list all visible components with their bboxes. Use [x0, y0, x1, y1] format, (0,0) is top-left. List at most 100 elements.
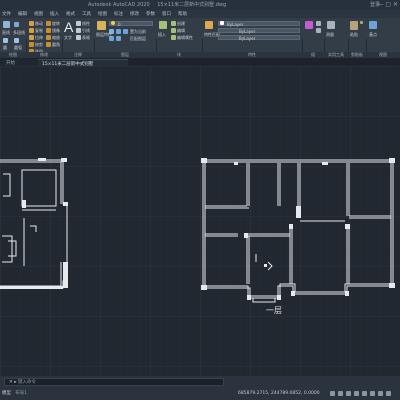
- insert-label: 插入: [158, 32, 166, 37]
- create-block-icon[interactable]: [171, 21, 176, 26]
- fillet-icon[interactable]: [46, 42, 51, 47]
- trim-icon[interactable]: [29, 42, 34, 47]
- group-icon[interactable]: [305, 21, 313, 29]
- measure-label: 测量: [326, 32, 334, 37]
- ortho-toggle-icon[interactable]: [354, 391, 359, 396]
- mirror-icon[interactable]: [46, 28, 51, 33]
- polyline-icon[interactable]: [14, 22, 19, 27]
- paste-icon[interactable]: [350, 21, 358, 30]
- base-label: 基点: [369, 32, 377, 37]
- ungroup-icon[interactable]: [316, 21, 321, 26]
- table-icon[interactable]: [76, 35, 81, 40]
- stretch-icon[interactable]: [29, 35, 34, 40]
- file-title: 15×11米二层新中式别墅.dwg: [157, 2, 227, 8]
- title-bar: Autodesk AutoCAD 2020 · 15×11米二层新中式别墅.dwg …: [0, 0, 400, 10]
- trim-label: 修剪: [35, 42, 43, 47]
- color-swatch-icon: [220, 21, 224, 25]
- floor-label: 一层: [266, 306, 282, 315]
- lineweight-dropdown[interactable]: ByLayer: [218, 35, 300, 41]
- layout-tab-label[interactable]: 布局1: [15, 391, 27, 396]
- tab-dimension[interactable]: 标注: [114, 11, 123, 17]
- app-title: Autodesk AutoCAD 2020: [88, 2, 150, 8]
- layer-lock-icon[interactable]: [123, 29, 128, 34]
- circle-icon[interactable]: [3, 38, 8, 43]
- linear-dim-label: 线性: [82, 21, 90, 26]
- copy-icon[interactable]: [29, 28, 34, 33]
- layer-dropdown[interactable]: 0: [109, 21, 153, 27]
- line-label: 直线: [2, 30, 10, 35]
- arc-icon[interactable]: [14, 38, 19, 43]
- group-edit-icon[interactable]: [316, 28, 321, 33]
- drawing-canvas[interactable]: 一层: [0, 66, 400, 376]
- match-properties-icon[interactable]: [205, 21, 213, 29]
- linetype-dropdown[interactable]: ByLayer: [218, 28, 300, 34]
- grid-toggle-icon[interactable]: [338, 391, 343, 396]
- move-icon[interactable]: [29, 21, 34, 26]
- ribbon-tabs: 文件 编辑 视图 插入 格式 工具 绘图 标注 修改 参数 窗口 帮助: [0, 10, 400, 18]
- tab-format[interactable]: 格式: [66, 11, 75, 17]
- tab-tools[interactable]: 工具: [82, 11, 91, 17]
- ribbon: 直线 多段线 圆 圆弧 绘图 移动 复制 拉伸 旋转 镜像 缩放 修剪 圆角 阵…: [0, 18, 400, 72]
- layer-iso-icon[interactable]: [116, 36, 121, 41]
- snap-toggle-icon[interactable]: [346, 391, 351, 396]
- base-view-icon[interactable]: [369, 21, 377, 29]
- tab-draw[interactable]: 绘图: [98, 11, 107, 17]
- layer-properties-icon[interactable]: [97, 21, 106, 30]
- tab-file[interactable]: 文件: [2, 11, 11, 17]
- match-layer-label[interactable]: 匹配图层: [130, 36, 146, 42]
- move-label: 移动: [35, 21, 43, 26]
- color-dropdown[interactable]: ByLayer: [218, 21, 300, 27]
- polyline-label: 多段线: [13, 30, 25, 35]
- circle-label: 圆: [3, 45, 7, 50]
- set-current-label[interactable]: 置为当前: [130, 29, 146, 35]
- rotate-icon[interactable]: [46, 21, 51, 26]
- rotate-label: 旋转: [52, 21, 60, 26]
- scale-label: 缩放: [52, 35, 60, 40]
- text-label: 文字: [64, 35, 72, 40]
- leader-label: 引线: [82, 28, 90, 33]
- insert-block-icon[interactable]: [159, 21, 167, 29]
- edit-block-icon[interactable]: [171, 28, 176, 33]
- tab-help[interactable]: 帮助: [178, 11, 187, 17]
- model-tab[interactable]: 模型 布局1: [2, 390, 27, 396]
- linetype-value: ByLayer: [239, 29, 256, 34]
- coordinate-readout: 685879.2715, 244789.0852, 0.0000: [238, 391, 320, 396]
- command-input[interactable]: ✕ ▸ 键入命令: [4, 378, 224, 386]
- model-space-icon[interactable]: [330, 391, 335, 396]
- scale-icon[interactable]: [46, 35, 51, 40]
- tab-parametric[interactable]: 参数: [146, 11, 155, 17]
- annotation-scale-icon[interactable]: [378, 391, 383, 396]
- model-tab-label: 模型: [2, 391, 11, 396]
- drawing-area[interactable]: 一层: [0, 66, 400, 376]
- stretch-label: 拉伸: [35, 35, 43, 40]
- window-controls[interactable]: — ▢ ✕: [377, 1, 398, 8]
- polar-toggle-icon[interactable]: [362, 391, 367, 396]
- table-label: 表格: [82, 35, 90, 40]
- customize-menu-icon[interactable]: [386, 391, 391, 396]
- edit-attributes-label: 编辑属性: [177, 35, 193, 40]
- edit-attributes-icon[interactable]: [171, 35, 176, 40]
- start-tab[interactable]: 开始: [0, 59, 38, 66]
- arc-label: 圆弧: [14, 45, 22, 50]
- color-value: ByLayer: [227, 22, 244, 27]
- osnap-toggle-icon[interactable]: [370, 391, 375, 396]
- linear-dim-icon[interactable]: [76, 21, 81, 26]
- leader-icon[interactable]: [76, 28, 81, 33]
- tab-edit[interactable]: 编辑: [18, 11, 27, 17]
- line-icon[interactable]: [3, 21, 10, 28]
- tab-insert[interactable]: 插入: [50, 11, 59, 17]
- tab-window[interactable]: 窗口: [162, 11, 171, 17]
- command-prompt-icon: ✕ ▸: [9, 380, 17, 385]
- mirror-label: 镜像: [52, 28, 60, 33]
- measure-icon[interactable]: [327, 21, 335, 29]
- tab-modify[interactable]: 修改: [130, 11, 139, 17]
- layer-properties-label: 图层特性: [96, 32, 112, 37]
- layer-freeze-icon[interactable]: [116, 29, 121, 34]
- tab-view[interactable]: 视图: [34, 11, 43, 17]
- lineweight-value: ByLayer: [239, 36, 256, 41]
- lightbulb-icon[interactable]: [111, 21, 115, 25]
- text-icon[interactable]: A: [64, 20, 73, 34]
- command-placeholder: 键入命令: [17, 380, 36, 385]
- window-title: Autodesk AutoCAD 2020 · 15×11米二层新中式别墅.dwg: [88, 2, 227, 8]
- copy-clip-icon[interactable]: [360, 21, 363, 24]
